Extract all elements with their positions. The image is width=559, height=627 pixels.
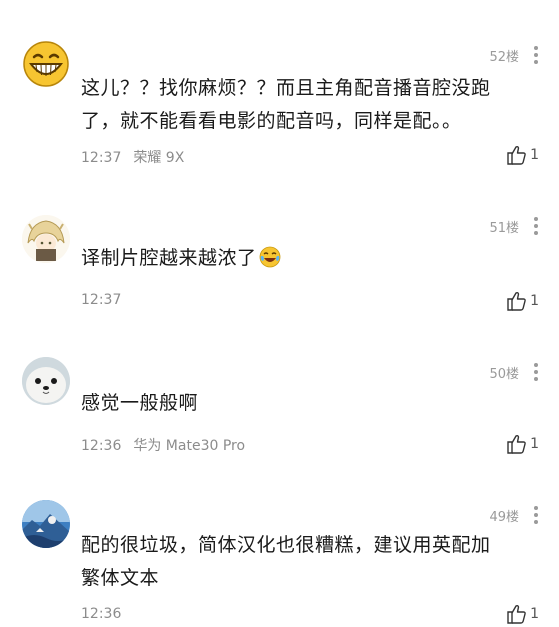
user-avatar[interactable] [22, 40, 70, 88]
floor-number: 50楼 [489, 367, 519, 382]
device-name: 华为 Mate30 Pro [133, 438, 246, 454]
comment-text-line: 译制片腔越来越浓了 [81, 247, 257, 269]
like-count: 1 [530, 606, 539, 622]
like-count: 1 [530, 293, 539, 309]
comment-text-line: 感觉一般般啊 [81, 392, 199, 414]
like-button[interactable]: 1 [506, 143, 539, 167]
comment-text-line: 了，就不能看看电影的配音吗，同样是配。。 [81, 110, 462, 132]
user-avatar[interactable] [22, 215, 70, 263]
floor-number: 49楼 [489, 510, 519, 525]
comment-text-line: 这儿？？找你麻烦？？而且主角配音播音腔没跑 [81, 77, 491, 99]
comment-meta: 12:36 [81, 606, 121, 622]
comment-text: 译制片腔越来越浓了 [81, 242, 541, 275]
like-button[interactable]: 1 [506, 432, 539, 456]
comment-meta: 12:37 荣耀 9X [81, 147, 184, 167]
comment-time: 12:36 [81, 606, 122, 622]
more-options-icon[interactable] [533, 505, 539, 525]
thumbs-up-icon [507, 291, 526, 311]
thumbs-up-icon [507, 145, 526, 165]
comment-text-line: 配的很垃圾，简体汉化也很糟糕，建议用英配加 [81, 534, 491, 556]
thumbs-up-icon [507, 604, 526, 624]
thumbs-up-icon [507, 434, 526, 454]
like-count: 1 [530, 436, 539, 452]
grinning-face-icon [23, 41, 69, 87]
user-avatar[interactable] [22, 500, 70, 548]
seal-pup-icon [22, 357, 70, 405]
comment-text: 这儿？？找你麻烦？？而且主角配音播音腔没跑 了，就不能看看电影的配音吗，同样是配… [81, 72, 541, 138]
user-avatar[interactable] [22, 357, 70, 405]
comment-meta: 12:36 华为 Mate30 Pro [81, 435, 245, 455]
more-options-icon[interactable] [533, 216, 539, 236]
comment-time: 12:36 [81, 438, 122, 454]
comment-time: 12:37 [81, 292, 122, 308]
more-options-icon[interactable] [533, 362, 539, 382]
floor-number: 51楼 [489, 221, 519, 236]
device-name: 荣耀 9X [133, 150, 185, 166]
like-button[interactable]: 1 [506, 602, 539, 626]
comment-text: 感觉一般般啊 [81, 387, 541, 420]
comment-meta: 12:37 [81, 292, 121, 308]
anime-character-icon [22, 215, 70, 263]
like-button[interactable]: 1 [506, 289, 539, 313]
tears-of-joy-emoji-icon [259, 246, 280, 268]
comment-text: 配的很垃圾，简体汉化也很糟糕，建议用英配加 繁体文本 [81, 529, 541, 595]
landscape-photo-icon [22, 500, 70, 548]
comment-time: 12:37 [81, 150, 122, 166]
like-count: 1 [530, 147, 539, 163]
comment-text-line: 繁体文本 [81, 567, 160, 589]
floor-number: 52楼 [489, 50, 519, 65]
more-options-icon[interactable] [533, 45, 539, 65]
